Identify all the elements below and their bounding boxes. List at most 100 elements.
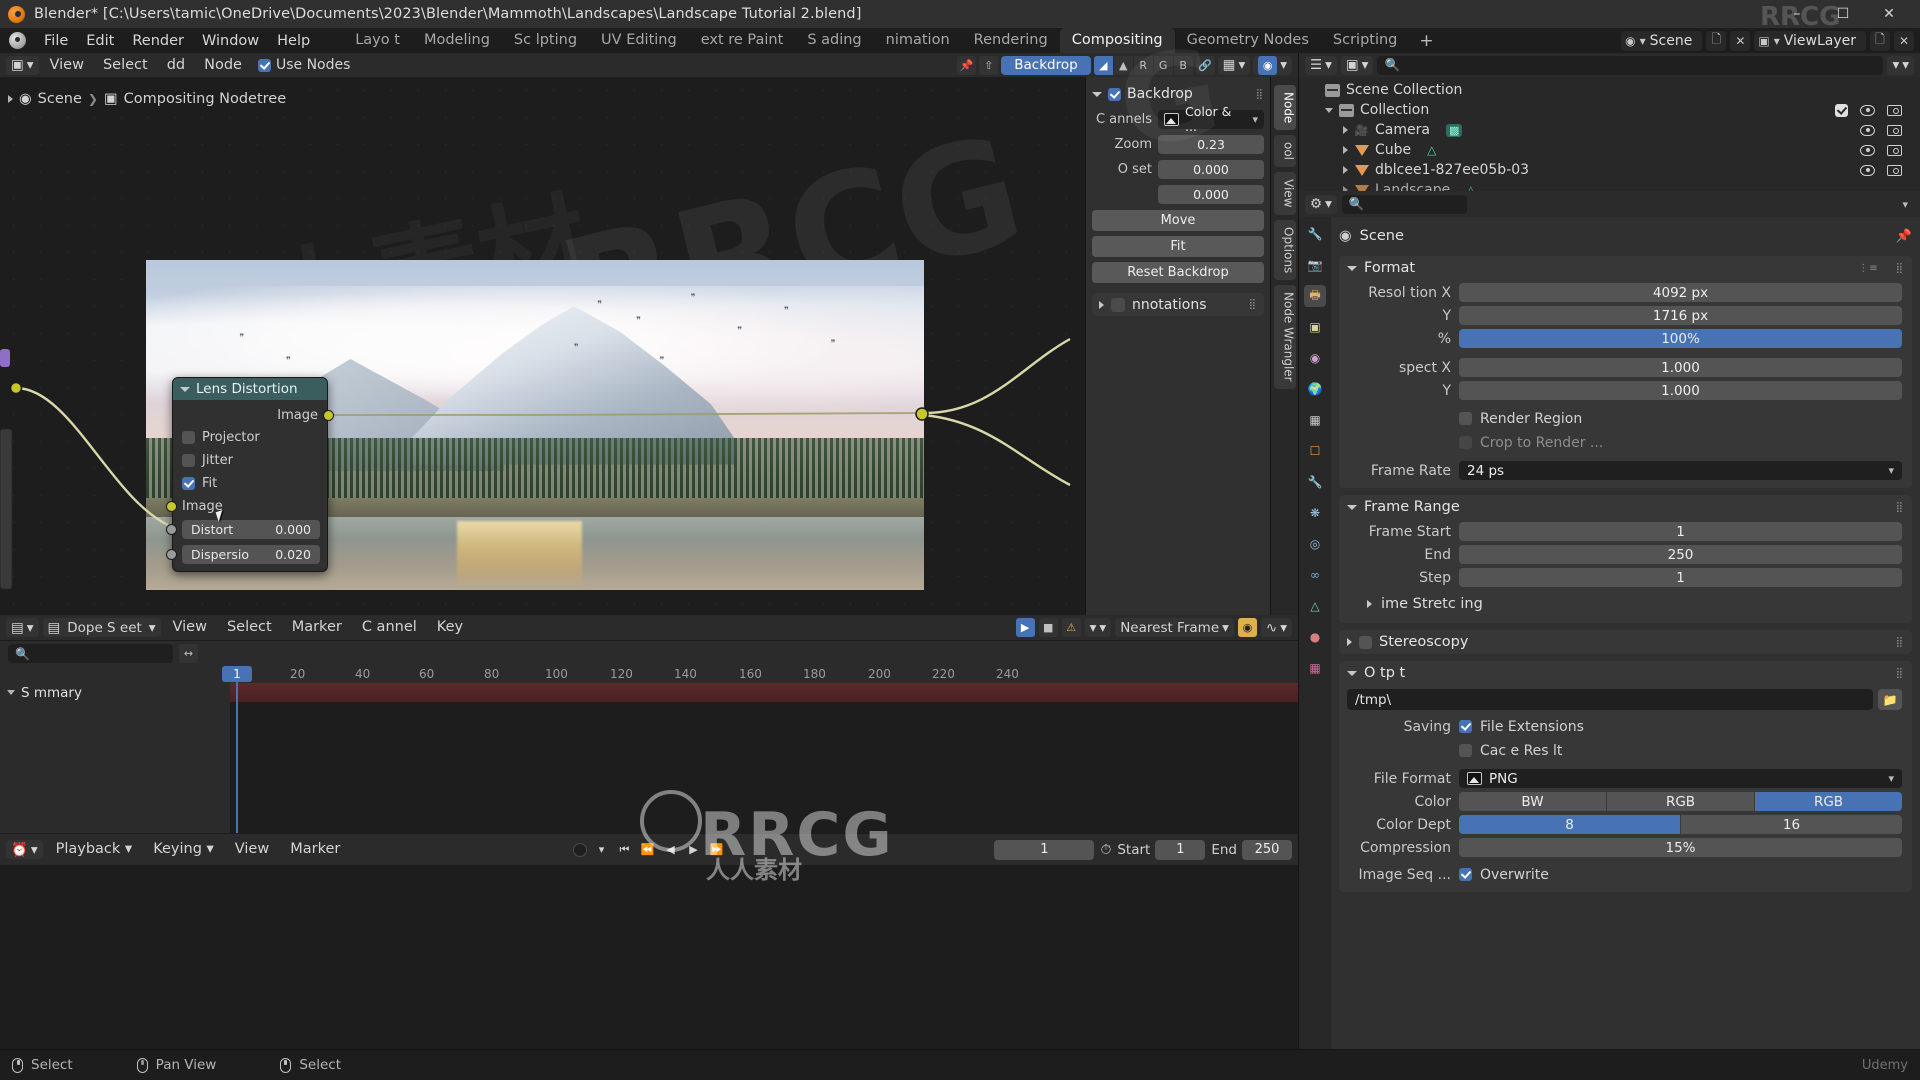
- node-checkbox-projector[interactable]: Projector: [173, 426, 327, 449]
- disable-in-render-icon[interactable]: [1887, 104, 1902, 116]
- tab-sculpting[interactable]: Sc lpting: [502, 28, 589, 53]
- snap-mode-dropdown[interactable]: Nearest Frame ▾: [1115, 618, 1234, 637]
- node-value-distort[interactable]: Distort 0.000: [182, 520, 320, 539]
- crop-to-render-row[interactable]: Crop to Render ...: [1347, 432, 1902, 453]
- backdrop-fit-button[interactable]: Fit: [1092, 236, 1264, 257]
- frame-end-field[interactable]: 250: [1459, 545, 1902, 564]
- sidebar-tab-node-wrangler[interactable]: Node Wrangler: [1273, 285, 1296, 389]
- overwrite-row[interactable]: Image Seq ... Overwrite: [1347, 864, 1902, 885]
- drag-handle-icon[interactable]: ⣿: [1249, 299, 1257, 310]
- node-checkbox-jitter[interactable]: Jitter: [173, 449, 327, 472]
- app-menu-icon[interactable]: [8, 31, 27, 50]
- disable-in-render-icon[interactable]: [1887, 164, 1902, 176]
- file-extensions-row[interactable]: Saving File Extensions: [1347, 716, 1902, 737]
- outliner-search-input[interactable]: 🔍: [1377, 55, 1884, 75]
- expand-channels-icon[interactable]: ↔: [179, 644, 198, 663]
- overlays-dropdown[interactable]: ◉ ▾: [1253, 55, 1292, 75]
- node-value-dispersion[interactable]: Dispersio 0.020: [182, 545, 320, 564]
- node-header[interactable]: Lens Distortion: [173, 378, 327, 400]
- tab-constraints[interactable]: ∞: [1304, 564, 1326, 586]
- editor-type-selector[interactable]: ▣ ▾: [6, 55, 39, 75]
- minimize-button[interactable]: –: [1774, 0, 1820, 28]
- backdrop-enable-checkbox[interactable]: [1108, 87, 1121, 101]
- chevron-down-icon[interactable]: ▾: [593, 840, 610, 860]
- offset-x-field[interactable]: 0.000: [1158, 159, 1264, 179]
- channel-row-summary[interactable]: S mmary: [0, 683, 230, 702]
- drag-handle-icon[interactable]: ⣿: [1896, 668, 1904, 679]
- use-nodes-checkbox[interactable]: [257, 58, 271, 72]
- tab-shading[interactable]: S ading: [795, 28, 873, 53]
- chevron-down-icon[interactable]: [1092, 91, 1102, 97]
- chevron-right-icon[interactable]: [1347, 638, 1352, 646]
- remove-viewlayer-button[interactable]: ✕: [1894, 30, 1914, 51]
- hide-in-viewport-icon[interactable]: [1860, 104, 1875, 116]
- play-button[interactable]: ▶: [685, 840, 702, 860]
- zoom-field[interactable]: 0.23: [1158, 134, 1264, 154]
- backdrop-panel-header[interactable]: Backdrop ⣿: [1092, 83, 1264, 105]
- jump-to-next-keyframe-button[interactable]: ⏩: [708, 840, 725, 860]
- properties-search-input[interactable]: 🔍: [1341, 194, 1467, 214]
- unlink-scene-button[interactable]: ✕: [1730, 30, 1751, 51]
- aspect-x-field[interactable]: 1.000: [1459, 358, 1902, 377]
- sidebar-tab-options[interactable]: Options: [1273, 219, 1296, 281]
- tab-data[interactable]: △: [1304, 595, 1326, 617]
- channel-color-alpha-icon[interactable]: ◢: [1093, 55, 1113, 75]
- proportional-falloff-dropdown[interactable]: ∿ ▾: [1260, 618, 1292, 637]
- timeline-view-menu[interactable]: View: [227, 840, 277, 859]
- crop-checkbox[interactable]: [1459, 436, 1472, 449]
- disable-in-render-icon[interactable]: [1887, 124, 1902, 136]
- color-rgb-option[interactable]: RGB: [1607, 792, 1755, 811]
- playback-menu[interactable]: Playback ▾: [48, 840, 141, 859]
- dope-menu-view[interactable]: View: [165, 618, 215, 637]
- chevron-right-icon[interactable]: [1343, 126, 1348, 134]
- snap-options-dropdown[interactable]: ▦ ▾: [1217, 55, 1251, 75]
- render-region-checkbox[interactable]: [1459, 412, 1472, 425]
- outliner-display-mode[interactable]: ▣ ▾: [1340, 55, 1374, 75]
- tab-scene[interactable]: ◉: [1304, 347, 1326, 369]
- node-menu-select[interactable]: Select: [95, 56, 156, 75]
- tab-tool[interactable]: 🔧: [1304, 223, 1326, 245]
- chevron-down-icon[interactable]: [1347, 504, 1357, 510]
- drag-handle-icon[interactable]: ⣿: [1896, 637, 1904, 648]
- properties-editor-type-selector[interactable]: ⚙ ▾: [1305, 194, 1337, 214]
- node-menu-view[interactable]: View: [42, 56, 92, 75]
- drag-handle-icon[interactable]: ⣿: [1896, 502, 1904, 513]
- disable-in-render-icon[interactable]: [1887, 144, 1902, 156]
- annotations-panel-header[interactable]: nnotations ⣿: [1092, 293, 1264, 316]
- hide-in-viewport-icon[interactable]: [1860, 144, 1875, 156]
- magnet-icon[interactable]: 🔗: [1195, 55, 1215, 75]
- tab-collection[interactable]: ▦: [1304, 409, 1326, 431]
- menu-edit[interactable]: Edit: [77, 29, 123, 53]
- format-section-header[interactable]: Format ⋮≡ ⣿: [1339, 256, 1912, 280]
- backdrop-reset-button[interactable]: Reset Backdrop: [1092, 262, 1264, 283]
- close-button[interactable]: ✕: [1866, 0, 1912, 28]
- compression-field[interactable]: 15%: [1459, 838, 1902, 857]
- overwrite-checkbox[interactable]: [1459, 868, 1472, 881]
- node-menu-node[interactable]: Node: [196, 56, 250, 75]
- dope-menu-channel[interactable]: C annel: [354, 618, 425, 637]
- tab-render[interactable]: 📷: [1304, 254, 1326, 276]
- tab-particles[interactable]: ❋: [1304, 502, 1326, 524]
- dope-sheet-ruler[interactable]: 20 40 60 80 100 120 140 160 180 200 220 …: [0, 666, 1298, 683]
- only-show-selected-icon[interactable]: ▶: [1015, 618, 1035, 637]
- camera-data-icon[interactable]: ▩: [1445, 123, 1463, 137]
- backdrop-toggle-button[interactable]: Backdrop: [1001, 55, 1091, 75]
- tab-modifiers[interactable]: 🔧: [1304, 471, 1326, 493]
- tab-layout[interactable]: Layo t: [343, 28, 412, 53]
- outliner-row-camera[interactable]: 🎥 Camera ▩: [1299, 120, 1920, 140]
- drag-handle-icon[interactable]: ⣿: [1256, 89, 1264, 100]
- input-socket-image[interactable]: [166, 501, 177, 512]
- chevron-down-icon[interactable]: [1347, 670, 1357, 676]
- node-checkbox-fit[interactable]: Fit: [173, 472, 327, 495]
- start-frame-field[interactable]: 1: [1155, 839, 1206, 860]
- chevron-down-icon[interactable]: [180, 386, 190, 392]
- outliner-editor-type-selector[interactable]: ☰ ▾: [1305, 55, 1337, 75]
- menu-file[interactable]: File: [35, 29, 77, 53]
- sidebar-tab-node[interactable]: Node: [1273, 85, 1296, 131]
- depth-16-option[interactable]: 16: [1681, 815, 1902, 834]
- drag-handle-icon[interactable]: ⣿: [1896, 263, 1904, 274]
- chevron-down-icon[interactable]: ▾: [1902, 198, 1914, 211]
- auto-keying-toggle[interactable]: [573, 842, 587, 857]
- chevron-right-icon[interactable]: [1343, 166, 1348, 174]
- clock-icon[interactable]: ⏱: [1100, 842, 1111, 858]
